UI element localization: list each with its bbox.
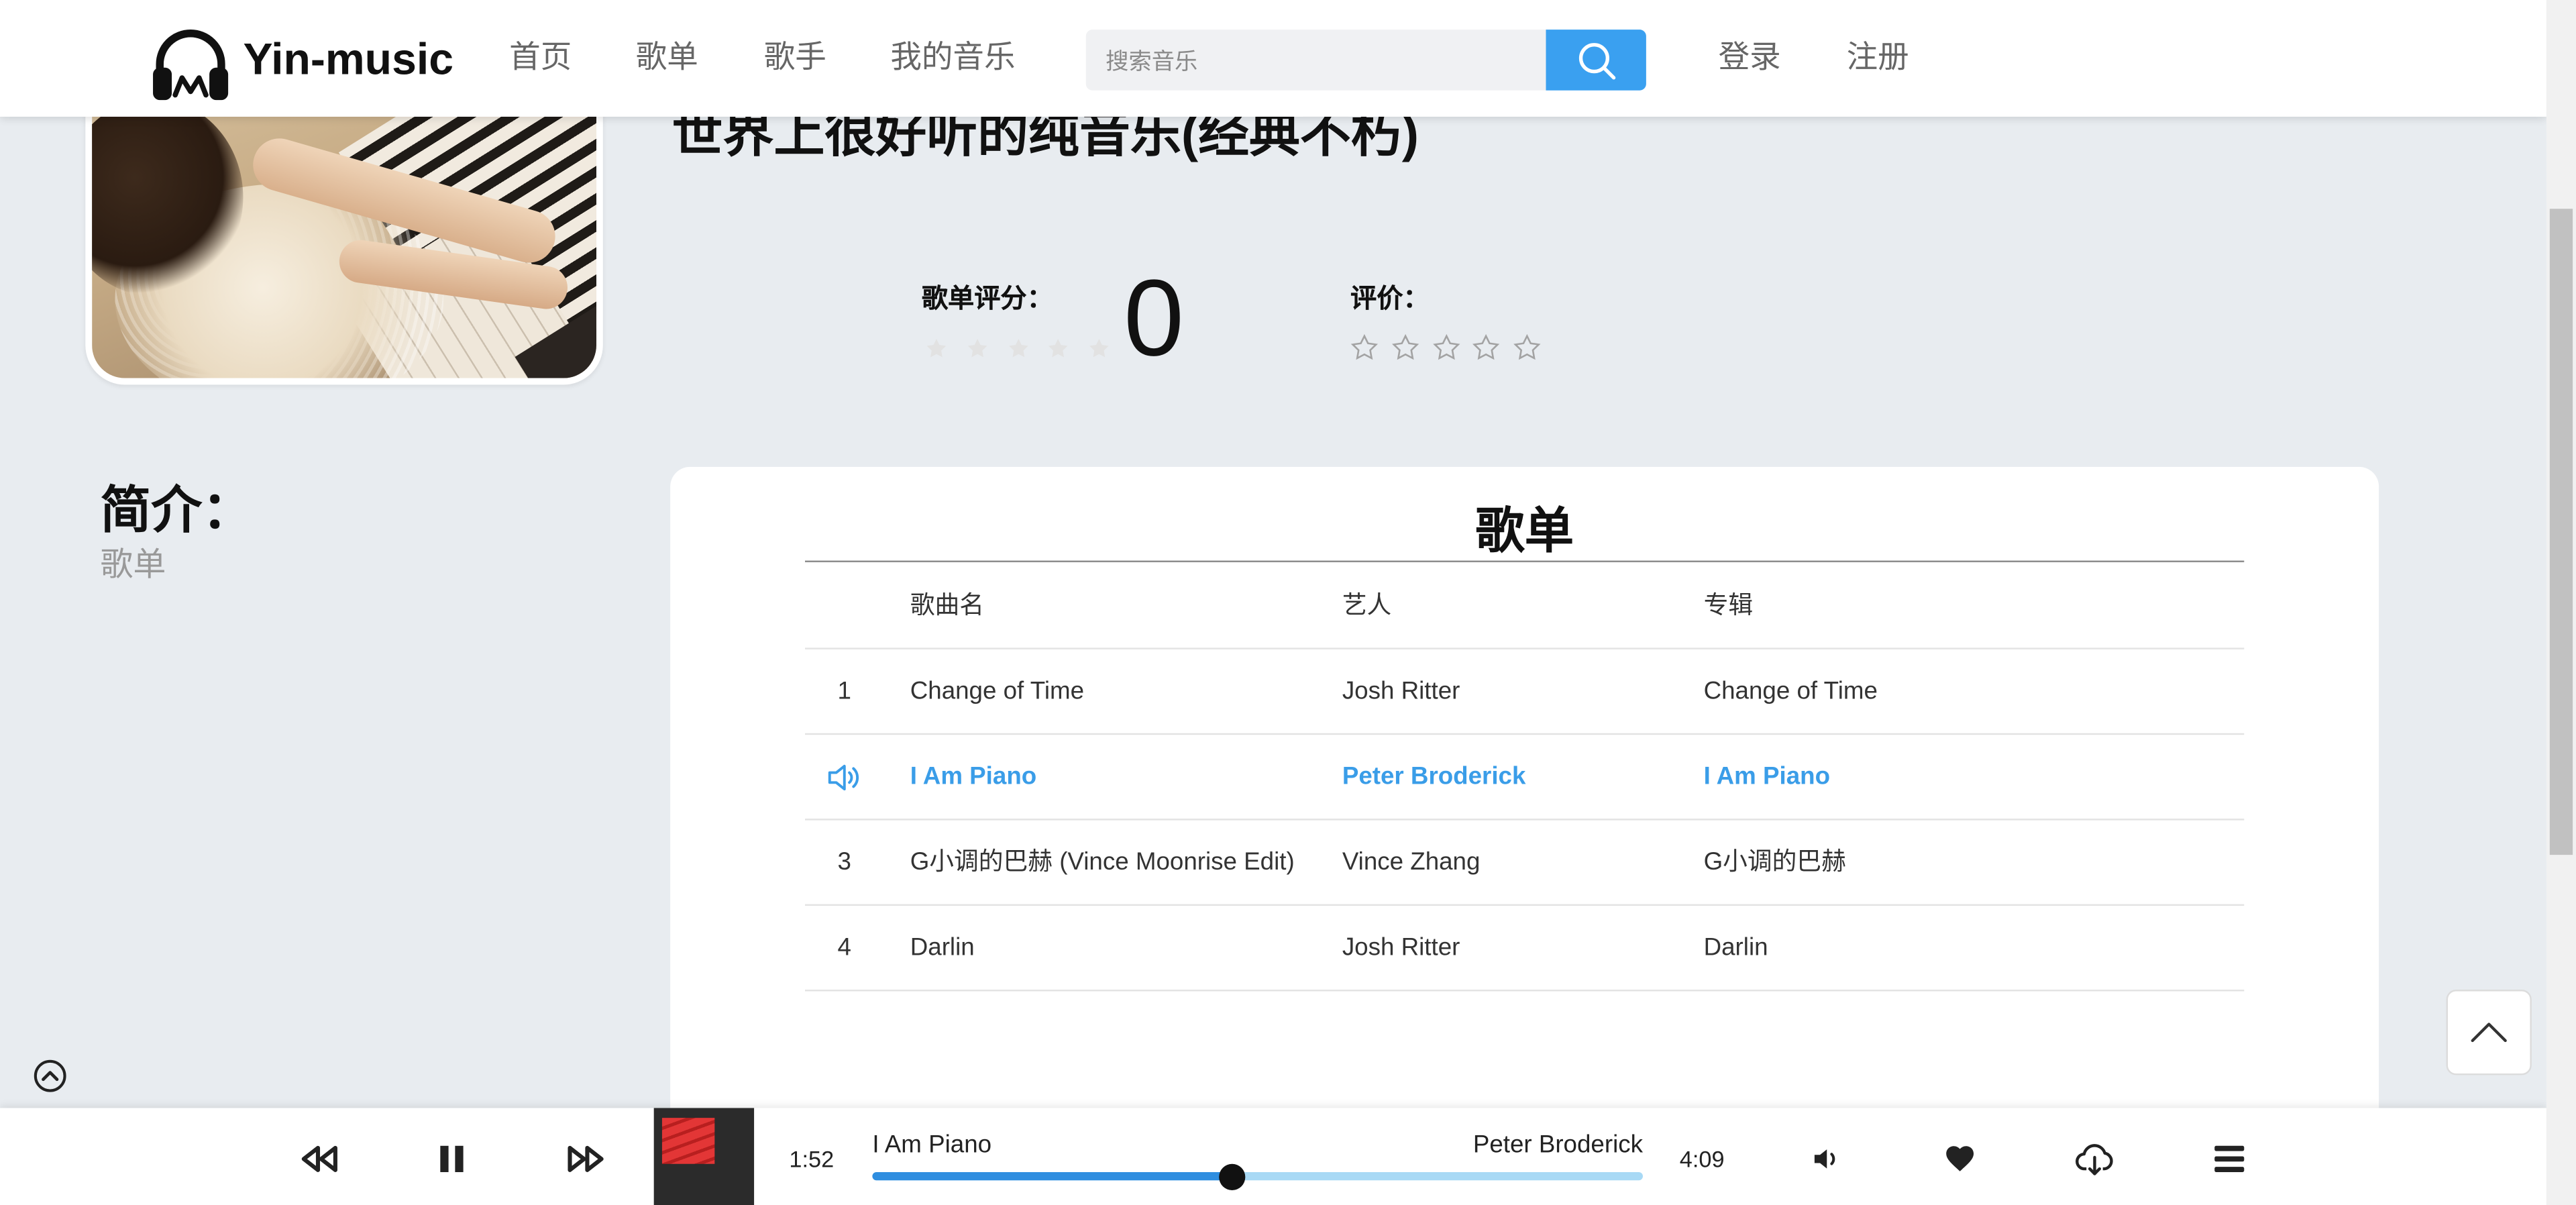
nav-my-music[interactable]: 我的音乐 — [890, 30, 1015, 89]
star-icon — [1089, 339, 1109, 358]
row-album[interactable]: I Am Piano — [1704, 735, 1830, 819]
row-song-title[interactable]: Darlin — [910, 906, 975, 990]
column-header-title: 歌曲名 — [910, 592, 984, 620]
pause-icon[interactable] — [435, 1143, 468, 1175]
current-time: 1:52 — [789, 1145, 835, 1172]
cloud-download-icon[interactable] — [2075, 1139, 2114, 1179]
scrollbar-thumb[interactable] — [2549, 209, 2573, 855]
star-icon[interactable] — [1350, 333, 1379, 362]
headphones-icon — [153, 30, 229, 101]
row-index-number: 4 — [837, 933, 851, 962]
now-playing-artist: Peter Broderick — [1472, 1131, 1643, 1159]
score-label: 歌单评分： — [921, 286, 1053, 314]
brand-logo[interactable]: Yin-music — [145, 0, 466, 117]
row-album[interactable]: Change of Time — [1704, 649, 1878, 733]
player-bar: 1:52 I Am Piano Peter Broderick 4:09 — [0, 1108, 2546, 1205]
page-scrollbar[interactable] — [2546, 0, 2576, 1205]
nav-home[interactable]: 首页 — [509, 30, 572, 89]
top-navbar: Yin-music 首页 歌单 歌手 我的音乐 登录 注册 — [0, 0, 2546, 117]
row-artist[interactable]: Josh Ritter — [1342, 906, 1460, 990]
volume-icon[interactable] — [1811, 1143, 1843, 1175]
progress-fill — [872, 1171, 1232, 1181]
nav-singers[interactable]: 歌手 — [764, 30, 826, 89]
brand-name: Yin-music — [243, 34, 453, 84]
table-header-row: 歌曲名 艺人 专辑 — [805, 562, 2245, 649]
chevron-up-icon — [2471, 1023, 2507, 1043]
row-index: 4 — [805, 906, 884, 990]
row-song-title[interactable]: G小调的巴赫 (Vince Moonrise Edit) — [910, 821, 1295, 904]
speaker-icon — [828, 764, 859, 790]
row-index: 1 — [805, 649, 884, 733]
column-header-artist: 艺人 — [1342, 592, 1392, 620]
star-icon — [1008, 339, 1028, 358]
progress-knob[interactable] — [1219, 1163, 1246, 1190]
search-input[interactable] — [1085, 30, 1546, 91]
now-playing-thumbnail[interactable] — [653, 1108, 755, 1205]
search-icon — [1578, 42, 1615, 79]
intro-heading: 简介： — [100, 481, 254, 539]
table-row[interactable]: 1 Change of Time Josh Ritter Change of T… — [805, 649, 2245, 735]
star-icon — [967, 339, 987, 358]
login-link[interactable]: 登录 — [1719, 30, 1781, 89]
row-song-title[interactable]: Change of Time — [910, 649, 1084, 733]
row-index: 3 — [805, 821, 884, 904]
songlist-card: 歌单 歌曲名 艺人 专辑 1 Change of Time Josh Ritte… — [670, 466, 2379, 1205]
row-album[interactable]: Darlin — [1704, 906, 1768, 990]
now-playing-title: I Am Piano — [872, 1131, 992, 1159]
score-stars — [925, 337, 1111, 360]
duration: 4:09 — [1679, 1145, 1725, 1172]
row-index-number: 3 — [837, 848, 851, 876]
row-artist[interactable]: Vince Zhang — [1342, 821, 1481, 904]
star-icon — [1049, 339, 1069, 358]
row-song-title[interactable]: I Am Piano — [910, 735, 1036, 819]
circle-chevron-up-icon[interactable] — [33, 1059, 67, 1093]
column-header-album: 专辑 — [1703, 592, 1754, 620]
song-table: 歌曲名 艺人 专辑 1 Change of Time Josh Ritter C… — [805, 562, 2245, 992]
star-icon — [926, 339, 947, 358]
nav-playlists[interactable]: 歌单 — [636, 30, 698, 89]
heart-icon[interactable] — [1943, 1143, 1976, 1175]
row-album[interactable]: G小调的巴赫 — [1704, 821, 1846, 904]
table-row[interactable]: 4 Darlin Josh Ritter Darlin — [805, 906, 2245, 992]
review-stars[interactable] — [1350, 333, 1541, 362]
score-value: 0 — [1124, 256, 1185, 378]
rewind-icon[interactable] — [299, 1143, 340, 1175]
search-button[interactable] — [1546, 30, 1646, 91]
row-artist[interactable]: Peter Broderick — [1342, 735, 1526, 819]
review-label: 评价： — [1350, 286, 1430, 314]
row-index — [805, 735, 884, 819]
songlist-heading: 歌单 — [1475, 505, 1574, 560]
app-viewport: Yin-music 首页 歌单 歌手 我的音乐 登录 注册 世界上很好听的纯音乐… — [0, 0, 2576, 1205]
fast-forward-icon[interactable] — [565, 1143, 606, 1175]
star-icon[interactable] — [1472, 333, 1501, 362]
intro-text: 歌单 — [100, 547, 166, 584]
thumbnail-art — [661, 1118, 715, 1164]
menu-icon[interactable] — [2213, 1143, 2246, 1175]
table-row[interactable]: I Am Piano Peter Broderick I Am Piano — [805, 735, 2245, 821]
row-index-number: 1 — [837, 677, 851, 706]
back-to-top-button[interactable] — [2446, 990, 2532, 1076]
table-row[interactable]: 3 G小调的巴赫 (Vince Moonrise Edit) Vince Zha… — [805, 821, 2245, 906]
star-icon[interactable] — [1513, 333, 1542, 362]
star-icon[interactable] — [1391, 333, 1419, 362]
progress-bar[interactable] — [872, 1163, 1643, 1190]
star-icon[interactable] — [1432, 333, 1460, 362]
register-link[interactable]: 注册 — [1847, 30, 1909, 89]
row-artist[interactable]: Josh Ritter — [1342, 649, 1460, 733]
